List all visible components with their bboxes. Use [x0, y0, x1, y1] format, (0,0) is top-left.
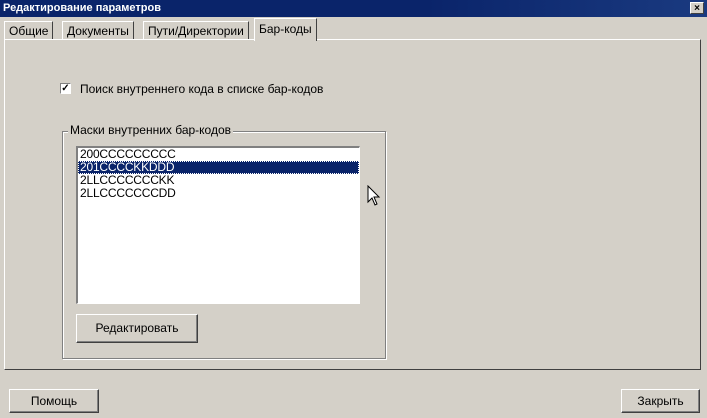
- close-button[interactable]: Закрыть: [621, 389, 700, 413]
- title-bar[interactable]: Редактирование параметров ×: [0, 0, 707, 17]
- tab-documents[interactable]: Документы: [62, 21, 134, 40]
- tab-general[interactable]: Общие: [4, 21, 54, 40]
- tab-paths[interactable]: Пути/Директории: [143, 21, 249, 40]
- search-checkbox[interactable]: ✓: [60, 83, 71, 94]
- help-button[interactable]: Помощь: [9, 389, 99, 413]
- close-icon[interactable]: ×: [690, 2, 704, 14]
- arrow-cursor-icon: [367, 185, 381, 206]
- masks-listbox[interactable]: 200CCCCCCCCC 201CCCCKKDDD 2LLCCCCCCCKK 2…: [76, 146, 360, 304]
- masks-group-label: Маски внутренних бар-кодов: [68, 123, 234, 137]
- tab-barcodes[interactable]: Бар-коды: [254, 18, 317, 41]
- edit-button[interactable]: Редактировать: [76, 314, 198, 343]
- list-item[interactable]: 2LLCCCCCCCDD: [78, 187, 359, 200]
- search-checkbox-label[interactable]: Поиск внутреннего кода в списке бар-кодо…: [80, 82, 323, 96]
- window-title: Редактирование параметров: [3, 2, 161, 14]
